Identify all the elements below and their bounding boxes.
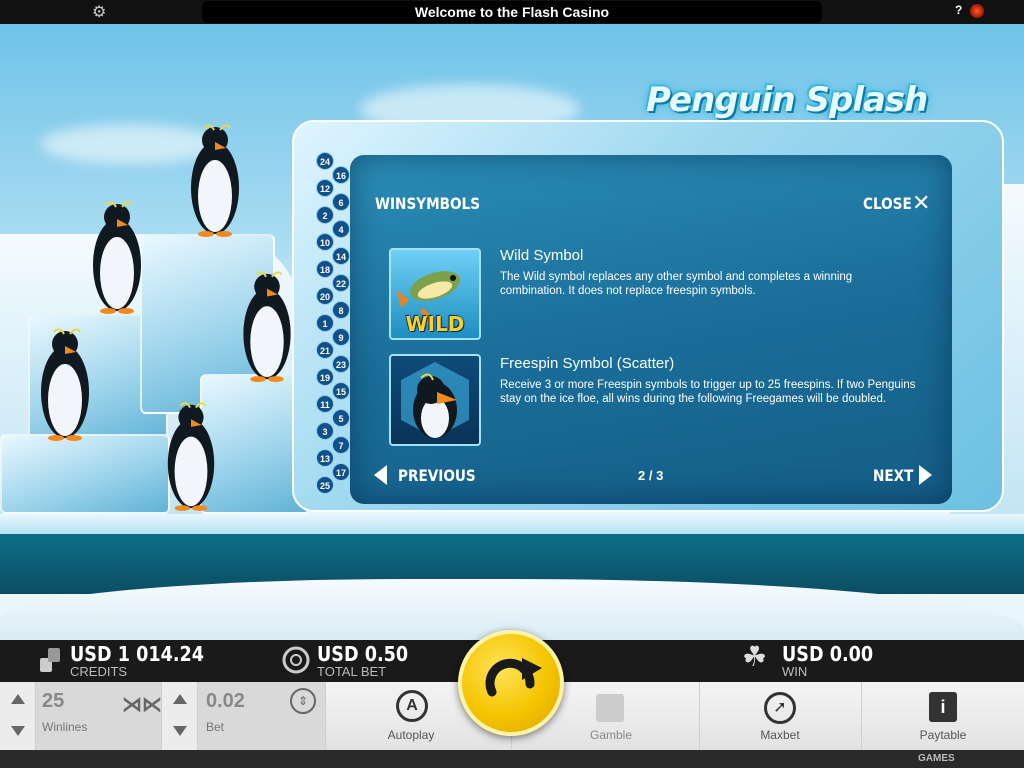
payline-number[interactable]: 5	[332, 409, 350, 427]
payline-number[interactable]: 4	[332, 220, 350, 238]
game-stage: ⚙ Welcome to the Flash Casino ? Penguin …	[0, 0, 1024, 768]
payline-number[interactable]: 7	[332, 436, 350, 454]
payline-number[interactable]: 14	[332, 247, 350, 265]
payline-number[interactable]: 12	[316, 179, 334, 197]
penguin-illustration	[93, 201, 141, 314]
payline-number[interactable]: 13	[316, 449, 334, 467]
bet-field: 0.02 Bet ⇕	[198, 682, 326, 750]
payline-number[interactable]: 11	[316, 395, 334, 413]
payline-number[interactable]: 19	[316, 368, 334, 386]
winlines-up-arrow-icon[interactable]	[11, 694, 25, 704]
maxbet-icon: ➚	[764, 692, 796, 724]
penguin-illustration	[41, 328, 89, 441]
payline-number[interactable]: 10	[316, 233, 334, 251]
penguin-scatter-icon	[401, 362, 469, 438]
payline-number[interactable]: 21	[316, 341, 334, 359]
dice-icon	[596, 694, 624, 722]
payline-number[interactable]: 22	[332, 274, 350, 292]
footer-brand: GAMES	[918, 753, 955, 764]
payline-number[interactable]: 17	[332, 463, 350, 481]
payline-number[interactable]: 16	[332, 166, 350, 184]
footer-bar: GAMES	[0, 750, 1024, 768]
paytable-button[interactable]: i Paytable	[862, 682, 1024, 750]
game-logo: Penguin Splash	[646, 80, 928, 120]
previous-button[interactable]: PREVIOUS	[398, 466, 476, 485]
spin-arrow-icon	[485, 658, 542, 697]
top-bar: ⚙ Welcome to the Flash Casino ?	[0, 0, 1024, 24]
winlines-down-arrow-icon[interactable]	[11, 726, 25, 736]
wild-symbol-title: Wild Symbol	[500, 247, 584, 264]
penguin-illustration	[243, 271, 291, 383]
close-button[interactable]: CLOSE	[863, 194, 912, 213]
freespin-symbol-title: Freespin Symbol (Scatter)	[500, 355, 675, 372]
payline-number[interactable]: 6	[332, 193, 350, 211]
paytable-label: Paytable	[919, 728, 967, 742]
freespin-symbol-image	[389, 354, 481, 446]
payline-number[interactable]: 25	[316, 476, 334, 494]
payline-number[interactable]: 9	[332, 328, 350, 346]
total-bet-icon	[282, 646, 310, 674]
clover-icon: ☘	[742, 641, 768, 672]
maxbet-label: Maxbet	[760, 728, 800, 742]
maxbet-button[interactable]: ➚ Maxbet	[700, 682, 862, 750]
winlines-pattern-icon: ⋊⋉	[122, 694, 162, 716]
payline-number[interactable]: 15	[332, 382, 350, 400]
wild-symbol-description: The Wild symbol replaces any other symbo…	[500, 271, 853, 297]
payline-number[interactable]: 3	[316, 422, 334, 440]
bet-label: Bet	[206, 720, 225, 734]
total-bet-label: TOTAL BET	[317, 664, 387, 679]
next-arrow-icon[interactable]	[919, 465, 932, 485]
freespin-symbol-description: Receive 3 or more Freespin symbols to tr…	[500, 379, 916, 405]
payline-number[interactable]: 18	[316, 260, 334, 278]
credits-icon	[40, 648, 60, 672]
bet-coin-icon: ⇕	[290, 688, 316, 714]
section-title: WINSYMBOLS	[375, 194, 481, 213]
payline-number[interactable]: 20	[316, 287, 334, 305]
window-title: Welcome to the Flash Casino	[414, 4, 610, 20]
autoplay-icon: A	[396, 690, 428, 722]
bet-stepper	[162, 682, 198, 750]
info-icon: i	[929, 692, 957, 722]
help-button[interactable]: ?	[955, 3, 962, 17]
close-icon[interactable]: ✕	[912, 192, 930, 214]
penguin-illustration	[167, 402, 215, 512]
next-button[interactable]: NEXT	[873, 466, 913, 485]
payline-number[interactable]: 23	[332, 355, 350, 373]
record-icon[interactable]	[970, 4, 984, 18]
winlines-stepper	[0, 682, 36, 750]
winlines-value: 25	[42, 690, 65, 712]
payline-number[interactable]: 24	[316, 152, 334, 170]
ice-block	[0, 434, 170, 514]
winlines-label: Winlines	[42, 720, 88, 734]
payline-number[interactable]: 1	[316, 314, 334, 332]
previous-arrow-icon[interactable]	[374, 465, 387, 485]
wild-badge: WILD	[405, 312, 465, 336]
bet-value: 0.02	[206, 690, 245, 712]
payline-number[interactable]: 2	[316, 206, 334, 224]
spin-button[interactable]	[458, 630, 564, 736]
page-indicator: 2 / 3	[638, 468, 664, 483]
credits-amount: USD 1 014.24	[70, 642, 204, 666]
win-amount: USD 0.00	[782, 642, 874, 666]
credits-label: CREDITS	[70, 664, 128, 679]
total-bet-amount: USD 0.50	[317, 642, 409, 666]
penguin-illustration	[191, 124, 239, 237]
win-label: WIN	[782, 664, 808, 679]
bet-down-arrow-icon[interactable]	[173, 726, 187, 736]
payline-number[interactable]: 8	[332, 301, 350, 319]
wild-symbol-image: WILD	[389, 248, 481, 340]
bet-up-arrow-icon[interactable]	[173, 694, 187, 704]
winlines-field: 25 Winlines ⋊⋉	[36, 682, 162, 750]
